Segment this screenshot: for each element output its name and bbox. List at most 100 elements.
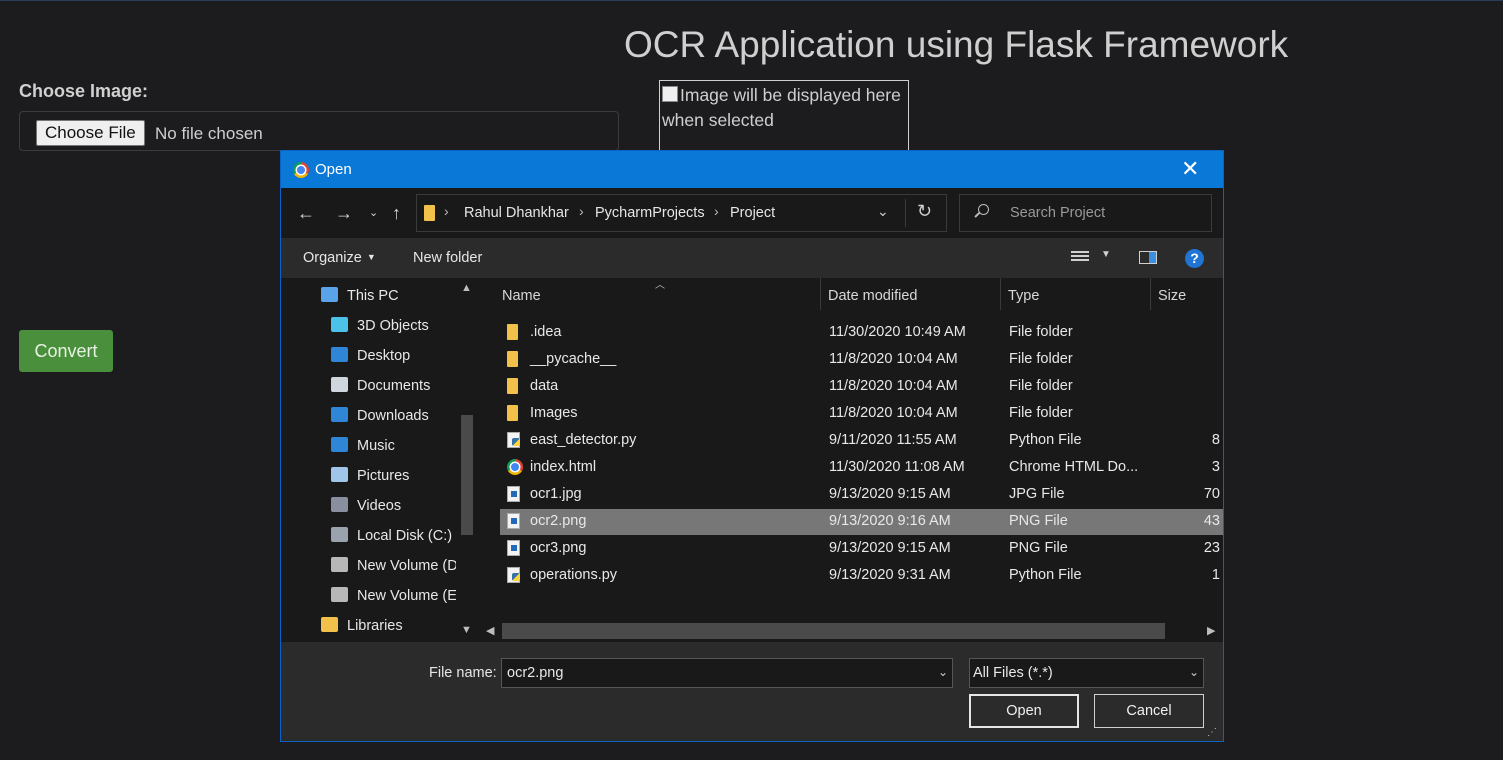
scroll-left-icon[interactable]: ◀: [486, 624, 494, 637]
view-options-icon[interactable]: [1071, 251, 1089, 265]
image-file-icon: [507, 540, 520, 556]
nav-item-label: Videos: [357, 498, 402, 514]
nav-item[interactable]: Local Disk (C:): [331, 526, 452, 546]
column-header-type[interactable]: Type: [1008, 288, 1039, 304]
nav-item[interactable]: Videos: [331, 496, 401, 516]
file-input-box[interactable]: Choose File No file chosen: [19, 111, 619, 151]
convert-button[interactable]: Convert: [19, 330, 113, 372]
cancel-button[interactable]: Cancel: [1094, 694, 1204, 728]
horizontal-scrollbar[interactable]: ◀ ▶: [480, 620, 1223, 642]
file-type-filter[interactable]: All Files (*.*) ⌄: [969, 658, 1204, 688]
horizontal-scroll-thumb[interactable]: [502, 623, 1165, 639]
file-type: File folder: [1009, 324, 1073, 340]
nav-item[interactable]: Pictures: [331, 466, 409, 486]
file-row[interactable]: ocr1.jpg 9/13/2020 9:15 AM JPG File 70: [500, 482, 1223, 508]
scroll-right-icon[interactable]: ▶: [1207, 624, 1215, 637]
nav-item[interactable]: New Volume (E: [331, 586, 457, 606]
chevron-down-icon[interactable]: ⌄: [938, 665, 948, 679]
open-button[interactable]: Open: [969, 694, 1079, 728]
python-file-icon: [507, 432, 520, 448]
nav-item[interactable]: 3D Objects: [331, 316, 429, 336]
file-row[interactable]: index.html 11/30/2020 11:08 AM Chrome HTML…: [500, 455, 1223, 481]
view-caret-icon[interactable]: ▼: [1101, 249, 1111, 260]
file-type: File folder: [1009, 405, 1073, 421]
back-arrow-icon[interactable]: ←: [297, 203, 315, 223]
file-name: Images: [530, 405, 578, 421]
column-header-date[interactable]: Date modified: [828, 288, 917, 304]
videos-icon: [331, 497, 348, 512]
file-row[interactable]: operations.py 9/13/2020 9:31 AM Python Fil…: [500, 563, 1223, 589]
chevron-down-icon[interactable]: ⌄: [1189, 665, 1199, 679]
file-size: 8: [1211, 432, 1220, 448]
folder-icon: [507, 351, 518, 367]
file-row[interactable]: ocr3.png 9/13/2020 9:15 AM PNG File 23: [500, 536, 1223, 562]
3d-objects-icon: [331, 317, 348, 332]
resize-grip-icon[interactable]: ⋰: [1207, 727, 1217, 738]
choose-file-button[interactable]: Choose File: [36, 120, 145, 146]
column-divider[interactable]: [1150, 278, 1151, 310]
dialog-footer: File name: ocr2.png ⌄ All Files (*.*) ⌄ …: [281, 642, 1223, 741]
organize-menu[interactable]: Organize ▼: [303, 250, 376, 266]
nav-item[interactable]: Documents: [331, 376, 430, 396]
nav-item-label: Documents: [357, 378, 431, 394]
file-date: 9/13/2020 9:15 AM: [829, 540, 951, 556]
breadcrumb-item[interactable]: Project: [730, 205, 775, 221]
file-row[interactable]: Images 11/8/2020 10:04 AM File folder: [500, 401, 1223, 427]
column-header-name[interactable]: Name: [502, 288, 541, 304]
address-bar[interactable]: › Rahul Dhankhar › PycharmProjects › Pro…: [416, 194, 947, 232]
close-icon[interactable]: ✕: [1181, 156, 1199, 182]
preview-pane-icon[interactable]: [1139, 251, 1157, 264]
nav-item[interactable]: Music: [331, 436, 395, 456]
organize-label: Organize: [303, 250, 362, 266]
address-dropdown-icon[interactable]: ⌄: [877, 203, 889, 220]
recent-locations-chevron-icon[interactable]: ⌄: [369, 203, 378, 223]
file-date: 11/30/2020 11:08 AM: [829, 459, 965, 475]
file-size: 43: [1203, 513, 1220, 529]
file-row[interactable]: .idea 11/30/2020 10:49 AM File folder: [500, 320, 1223, 346]
nav-scroll-thumb[interactable]: [461, 415, 473, 535]
file-row[interactable]: east_detector.py 9/11/2020 11:55 AM Python…: [500, 428, 1223, 454]
column-header-size[interactable]: Size: [1158, 288, 1186, 304]
forward-arrow-icon[interactable]: →: [335, 203, 353, 223]
search-box[interactable]: Search Project: [959, 194, 1212, 232]
nav-item[interactable]: This PC: [321, 286, 399, 306]
help-icon[interactable]: ?: [1185, 249, 1204, 268]
dialog-titlebar[interactable]: Open ✕: [281, 151, 1223, 188]
file-row[interactable]: __pycache__ 11/8/2020 10:04 AM File folder: [500, 347, 1223, 373]
refresh-icon[interactable]: ↻: [917, 201, 932, 222]
nav-item[interactable]: New Volume (D: [331, 556, 458, 576]
search-input[interactable]: Search Project: [1010, 205, 1105, 221]
breadcrumb-item[interactable]: Rahul Dhankhar: [464, 205, 569, 221]
breadcrumb-item[interactable]: PycharmProjects: [595, 205, 705, 221]
nav-scrollbar[interactable]: ▲ ▼: [456, 278, 478, 642]
python-file-icon: [507, 567, 520, 583]
file-name-input[interactable]: ocr2.png ⌄: [501, 658, 953, 688]
nav-item[interactable]: Downloads: [331, 406, 429, 426]
nav-item[interactable]: Desktop: [331, 346, 410, 366]
nav-item-label: Music: [357, 438, 395, 454]
folder-icon: [507, 405, 518, 421]
file-row[interactable]: ocr2.png 9/13/2020 9:16 AM PNG File 43: [500, 509, 1223, 535]
file-name: data: [530, 378, 559, 394]
scroll-down-icon[interactable]: ▼: [461, 624, 472, 636]
pictures-icon: [331, 467, 348, 482]
file-type: File folder: [1009, 351, 1073, 367]
sort-ascending-icon: ︿: [655, 280, 665, 291]
scroll-up-icon[interactable]: ▲: [461, 282, 472, 294]
column-divider[interactable]: [820, 278, 821, 310]
up-arrow-icon[interactable]: ↑: [392, 203, 401, 223]
file-name: operations.py: [530, 567, 618, 583]
file-type: Chrome HTML Do...: [1009, 459, 1139, 475]
file-name: ocr1.jpg: [530, 486, 582, 502]
caret-down-icon: ▼: [366, 252, 376, 262]
dialog-title: Open: [315, 161, 352, 178]
drive-icon: [331, 587, 348, 602]
nav-item[interactable]: Libraries: [321, 616, 403, 636]
page-title: OCR Application using Flask Framework: [624, 24, 1289, 65]
image-file-icon: [507, 513, 520, 529]
new-folder-button[interactable]: New folder: [413, 250, 482, 266]
column-divider[interactable]: [1000, 278, 1001, 310]
file-name-value[interactable]: ocr2.png: [507, 665, 563, 681]
file-date: 11/8/2020 10:04 AM: [829, 351, 958, 367]
file-row[interactable]: data 11/8/2020 10:04 AM File folder: [500, 374, 1223, 400]
